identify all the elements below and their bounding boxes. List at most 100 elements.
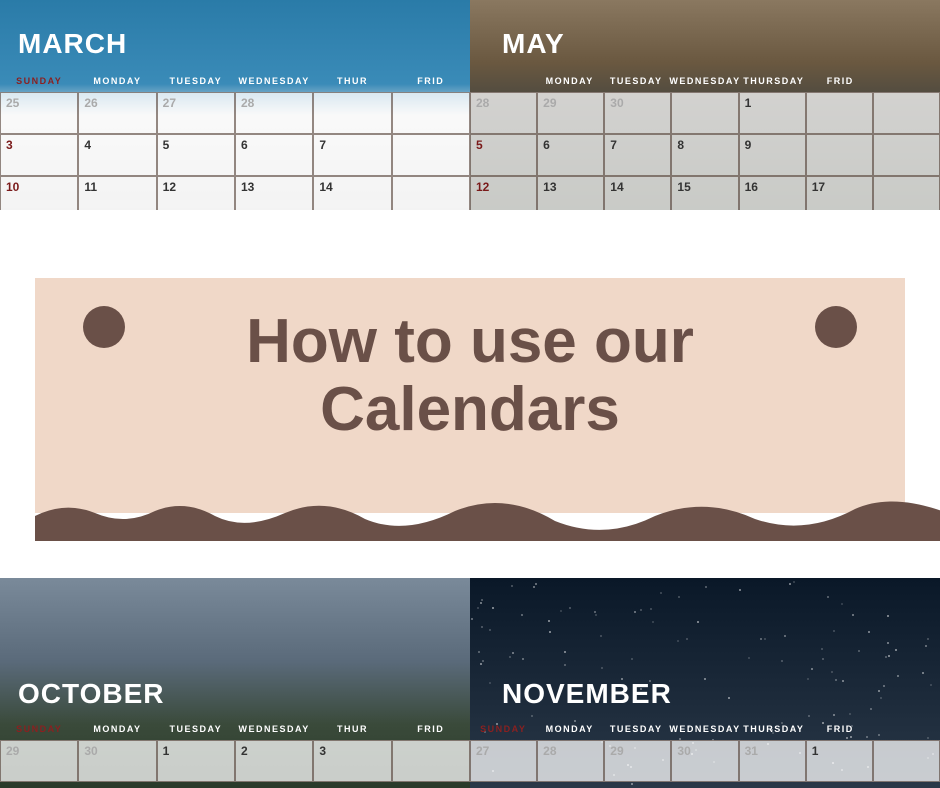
- calendar-grid-march: 25262728345671011121314: [0, 92, 470, 210]
- calendar-grid-may: 282930156789 121314151617: [470, 92, 940, 210]
- day-header-label: TUESDAY: [157, 72, 235, 90]
- calendar-cell: 10: [0, 176, 78, 210]
- day-header-label: MONDAY: [536, 720, 602, 738]
- day-header-label: FRID: [392, 72, 470, 90]
- calendar-cell: 27: [470, 740, 537, 782]
- calendar-cell: 4: [78, 134, 156, 176]
- calendar-cell: [392, 176, 470, 210]
- calendar-cell: 31: [739, 740, 806, 782]
- day-header-label: FRID: [807, 72, 873, 90]
- day-header-label: WEDNESDAY: [669, 72, 740, 90]
- calendar-november: NOVEMBER SUNDAYMONDAYTUESDAYWEDNESDAYTHU…: [470, 578, 940, 788]
- banner-section: How to use our Calendars: [0, 210, 940, 580]
- calendar-cell: 2: [235, 740, 313, 782]
- calendar-cell: 28: [470, 92, 537, 134]
- calendar-cell: 16: [739, 176, 806, 210]
- calendar-row: 2829301: [470, 92, 940, 134]
- calendar-cell: 13: [537, 176, 604, 210]
- calendar-cell: [873, 92, 940, 134]
- calendar-cell: [313, 92, 391, 134]
- calendar-cell: 14: [604, 176, 671, 210]
- calendar-cell: [392, 92, 470, 134]
- calendar-grid-november: 27282930311: [470, 740, 940, 782]
- day-header-label: MONDAY: [78, 72, 156, 90]
- day-header-label: WEDNESDAY: [235, 72, 313, 90]
- calendar-cell: 15: [671, 176, 738, 210]
- day-header-label: THUR: [313, 72, 391, 90]
- calendar-cell: 14: [313, 176, 391, 210]
- calendar-cell: 29: [537, 92, 604, 134]
- calendar-cell: 12: [157, 176, 235, 210]
- day-header-label: FRID: [392, 720, 470, 738]
- calendar-cell: 9: [739, 134, 806, 176]
- calendar-cell: 3: [313, 740, 391, 782]
- month-title-october: OCTOBER: [18, 678, 165, 710]
- calendar-cell: 25: [0, 92, 78, 134]
- calendar-cell: [392, 740, 470, 782]
- calendar-cell: 6: [235, 134, 313, 176]
- calendar-cell: 6: [537, 134, 604, 176]
- calendar-row: 25262728: [0, 92, 470, 134]
- day-headers-may: MONDAYTUESDAYWEDNESDAYTHURSDAYFRID: [470, 72, 940, 90]
- calendar-october: OCTOBER SUNDAYMONDAYTUESDAYWEDNESDAYTHUR…: [0, 578, 470, 788]
- calendar-cell: 1: [157, 740, 235, 782]
- calendar-cell: [671, 92, 738, 134]
- calendar-grid-october: 2930123: [0, 740, 470, 782]
- calendar-cell: 7: [604, 134, 671, 176]
- day-headers-march: SUNDAYMONDAYTUESDAYWEDNESDAYTHURFRID: [0, 72, 470, 90]
- calendar-cell: 12: [470, 176, 537, 210]
- calendar-cell: 30: [604, 92, 671, 134]
- top-calendars: MARCH SUNDAYMONDAYTUESDAYWEDNESDAYTHURFR…: [0, 0, 940, 210]
- calendar-cell: [873, 134, 940, 176]
- calendar-cell: [392, 134, 470, 176]
- month-title-november: NOVEMBER: [502, 678, 672, 710]
- day-header-label: [874, 72, 940, 90]
- banner-pin-right-icon: [815, 306, 857, 348]
- calendar-cell: 30: [671, 740, 738, 782]
- day-header-label: SUNDAY: [470, 720, 536, 738]
- calendar-row: 34567: [0, 134, 470, 176]
- day-header-label: MONDAY: [536, 72, 602, 90]
- day-header-label: [470, 72, 536, 90]
- banner-torn-edge-icon: [35, 491, 940, 541]
- calendar-cell: [873, 176, 940, 210]
- calendar-cell: 8: [671, 134, 738, 176]
- day-header-label: THURSDAY: [741, 72, 807, 90]
- calendar-cell: 3: [0, 134, 78, 176]
- calendar-cell: 28: [235, 92, 313, 134]
- calendar-cell: 28: [537, 740, 604, 782]
- day-header-label: WEDNESDAY: [235, 720, 313, 738]
- calendar-cell: 13: [235, 176, 313, 210]
- calendar-cell: [873, 740, 940, 782]
- day-header-label: TUESDAY: [157, 720, 235, 738]
- day-header-label: FRID: [807, 720, 873, 738]
- day-header-label: THUR: [313, 720, 391, 738]
- calendar-row: 2930123: [0, 740, 470, 782]
- day-header-label: [874, 720, 940, 738]
- calendar-cell: 27: [157, 92, 235, 134]
- day-header-label: SUNDAY: [0, 720, 78, 738]
- calendar-cell: 29: [0, 740, 78, 782]
- calendar-cell: 1: [806, 740, 873, 782]
- calendar-cell: 17: [806, 176, 873, 210]
- calendar-cell: 30: [78, 740, 156, 782]
- day-header-label: TUESDAY: [603, 72, 669, 90]
- day-header-label: SUNDAY: [0, 72, 78, 90]
- calendar-cell: 29: [604, 740, 671, 782]
- month-title-may: MAY: [502, 28, 565, 60]
- banner: How to use our Calendars: [35, 278, 905, 513]
- calendar-cell: [806, 92, 873, 134]
- day-header-label: MONDAY: [78, 720, 156, 738]
- calendar-cell: 5: [157, 134, 235, 176]
- calendar-may: MAY MONDAYTUESDAYWEDNESDAYTHURSDAYFRID 2…: [470, 0, 940, 210]
- banner-pin-left-icon: [83, 306, 125, 348]
- day-header-label: WEDNESDAY: [669, 720, 740, 738]
- calendar-cell: 11: [78, 176, 156, 210]
- day-header-label: TUESDAY: [603, 720, 669, 738]
- calendar-row: 1011121314: [0, 176, 470, 210]
- day-header-label: THURSDAY: [741, 720, 807, 738]
- calendar-cell: 5: [470, 134, 537, 176]
- calendar-row: 27282930311: [470, 740, 940, 782]
- banner-title: How to use our Calendars: [125, 308, 815, 444]
- calendar-cell: [806, 134, 873, 176]
